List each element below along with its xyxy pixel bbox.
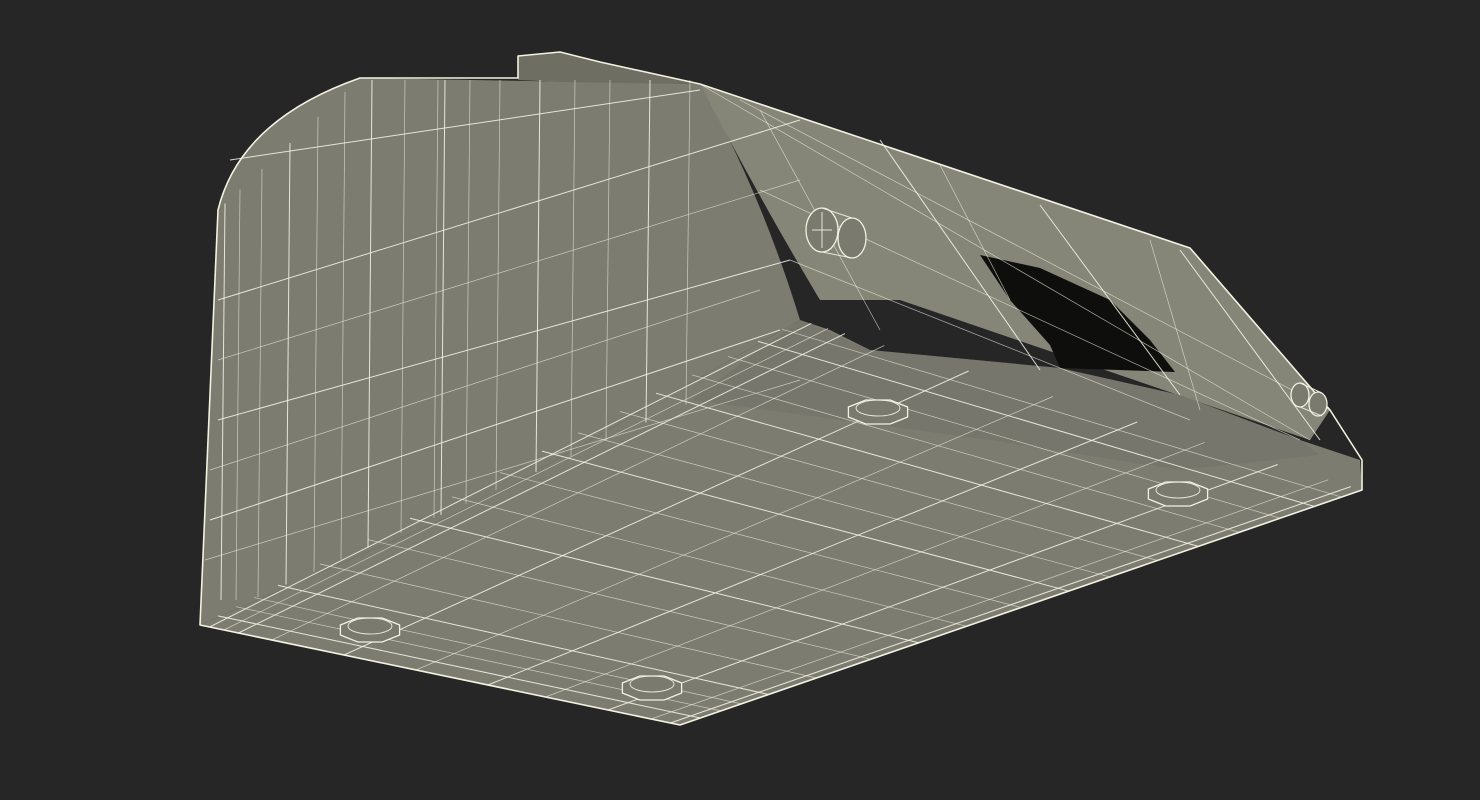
- wireframe-model-render: [199, 51, 1363, 726]
- octagonal-boss: [1147, 481, 1209, 507]
- octagonal-boss: [621, 675, 683, 701]
- octagonal-boss: [847, 399, 909, 425]
- octagonal-boss: [339, 617, 401, 643]
- model-top-tab: [518, 52, 700, 84]
- 3d-viewport[interactable]: [0, 0, 1480, 800]
